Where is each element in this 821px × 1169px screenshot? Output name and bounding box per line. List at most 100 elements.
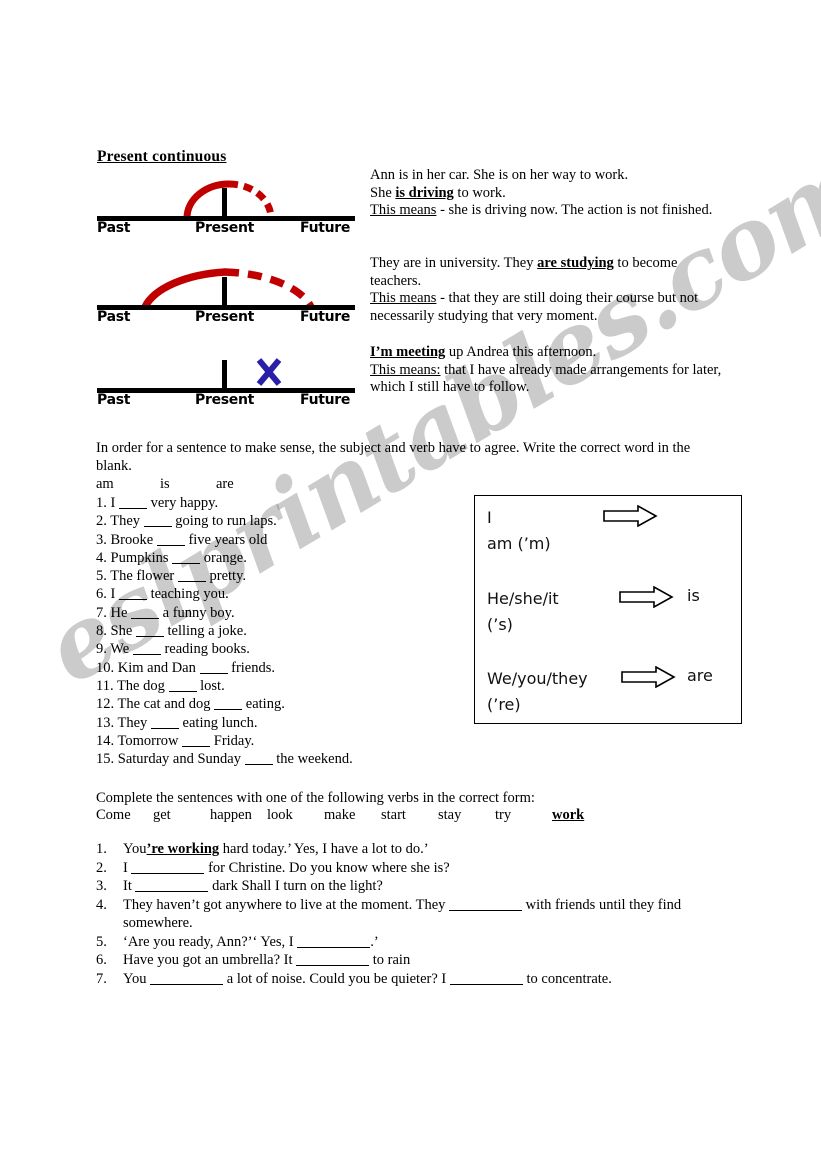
answer-blank[interactable] bbox=[118, 508, 147, 509]
exercise-1-item: 8. She telling a joke. bbox=[96, 622, 426, 640]
worksheet-page: Present continuous Past Present Future P bbox=[0, 0, 821, 1169]
answer-blank[interactable] bbox=[168, 690, 197, 692]
label-past: Past bbox=[97, 220, 131, 236]
item-text-after: the weekend. bbox=[272, 751, 353, 768]
verb-bank-word-answer: work bbox=[552, 807, 585, 823]
item-number: 8. bbox=[96, 623, 111, 640]
item-number: 6. bbox=[96, 952, 107, 968]
answer-blank[interactable] bbox=[143, 526, 172, 528]
item-text: hard today.’ Yes, I have a lot to do.’ bbox=[219, 841, 429, 857]
answer-blank[interactable] bbox=[150, 727, 179, 729]
label-future: Future bbox=[300, 220, 351, 236]
item-text-before: We bbox=[110, 641, 133, 658]
item-text-after: going to run laps. bbox=[171, 513, 277, 530]
explanation-1-line1: Ann is in her car. She is on her way to … bbox=[370, 167, 629, 183]
item-number: 1. bbox=[96, 495, 111, 511]
answer-blank[interactable] bbox=[150, 983, 224, 985]
item-text: I bbox=[123, 859, 132, 876]
item-number: 14. bbox=[96, 732, 118, 749]
item-text: .’ bbox=[370, 933, 379, 950]
item-text: They haven’t got anywhere to live at the… bbox=[123, 896, 450, 913]
answer-blank[interactable] bbox=[135, 636, 164, 638]
item-text-after: very happy. bbox=[146, 495, 219, 511]
item-number: 2. bbox=[96, 859, 107, 876]
label-past: Past bbox=[97, 392, 131, 408]
explanation-3-this-means: This means: bbox=[370, 361, 441, 378]
item-text: for Christine. Do you know where she is? bbox=[204, 859, 450, 876]
verb-bank-word: Come bbox=[96, 807, 131, 823]
arc-wide-icon bbox=[139, 267, 319, 309]
filled-answer: ’re working bbox=[146, 841, 220, 857]
label-future: Future bbox=[300, 392, 351, 408]
answer-blank[interactable] bbox=[131, 617, 160, 619]
exercise-1-item: 13. They eating lunch. bbox=[96, 714, 426, 732]
answer-blank[interactable] bbox=[135, 891, 209, 892]
answer-blank[interactable] bbox=[118, 599, 147, 601]
exercise-2-item: 5. ‘Are you ready, Ann?’‘ Yes, I .’ bbox=[96, 933, 724, 952]
explanation-2-this-means: This means bbox=[370, 290, 437, 307]
item-number: 10. bbox=[96, 659, 118, 676]
item-text-before: I bbox=[110, 495, 119, 511]
explanation-1-meaning: - she is driving now. The action is not … bbox=[436, 202, 713, 219]
answer-blank[interactable] bbox=[132, 654, 161, 656]
answer-blank[interactable] bbox=[214, 709, 243, 711]
label-past: Past bbox=[97, 309, 131, 325]
answer-blank[interactable] bbox=[449, 983, 523, 985]
explanation-3-key-phrase: I’m meeting bbox=[370, 344, 446, 360]
explanation-1-line2-prefix: She bbox=[370, 184, 396, 201]
pronoun-row-1-subject: I am (’m) bbox=[487, 508, 551, 553]
right-arrow-icon bbox=[620, 665, 676, 692]
item-number: 2. bbox=[96, 513, 111, 530]
item-number: 3. bbox=[96, 531, 111, 548]
item-text-after: eating. bbox=[242, 696, 285, 713]
item-text-after: five years old bbox=[184, 531, 268, 548]
exercise-1-item: 1. I very happy. bbox=[96, 494, 426, 512]
pronoun-row-2-verb: is bbox=[687, 586, 700, 605]
answer-blank[interactable] bbox=[449, 909, 523, 911]
item-number: 7. bbox=[96, 604, 111, 621]
exercise-1-item: 15. Saturday and Sunday the weekend. bbox=[96, 750, 426, 768]
answer-blank[interactable] bbox=[177, 581, 206, 583]
item-text-before: They bbox=[110, 513, 144, 530]
answer-blank[interactable] bbox=[297, 946, 371, 948]
explanation-1-this-means: This means bbox=[370, 202, 437, 219]
item-text-before: They bbox=[117, 714, 151, 731]
word-bank-are: are bbox=[216, 476, 234, 492]
exercise-2-verb-bank: Come get happen look make start stay try work bbox=[96, 807, 584, 824]
item-text: to concentrate. bbox=[522, 970, 612, 987]
answer-blank[interactable] bbox=[199, 672, 228, 674]
exercise-1-item: 4. Pumpkins orange. bbox=[96, 549, 426, 567]
item-number: 13. bbox=[96, 714, 118, 731]
answer-blank[interactable] bbox=[244, 764, 273, 766]
answer-blank[interactable] bbox=[296, 965, 370, 966]
present-tick bbox=[222, 188, 227, 218]
pronoun-reference-box: I am (’m) He/she/it (’s) is We/you/they … bbox=[474, 495, 742, 724]
answer-blank[interactable] bbox=[131, 872, 205, 874]
timeline-future-arrangement: Past Present Future bbox=[97, 344, 357, 416]
explanation-1-key-phrase: is driving bbox=[395, 184, 454, 201]
label-present: Present bbox=[195, 220, 255, 236]
label-present: Present bbox=[195, 309, 255, 325]
item-text-before: He bbox=[110, 604, 132, 621]
answer-blank[interactable] bbox=[172, 562, 201, 564]
item-number: 5. bbox=[96, 568, 111, 585]
item-number: 4. bbox=[96, 549, 111, 566]
verb-bank-word: start bbox=[381, 807, 406, 823]
exercise-1-item: 14. Tomorrow Friday. bbox=[96, 732, 426, 750]
item-text: You bbox=[123, 841, 147, 857]
item-number: 9. bbox=[96, 641, 111, 658]
item-text-after: telling a joke. bbox=[163, 623, 247, 640]
explanation-2-line1-prefix: They are in university. They bbox=[370, 255, 538, 271]
answer-blank[interactable] bbox=[156, 544, 185, 546]
explanation-2-key-phrase: are studying bbox=[537, 255, 614, 271]
exercise-1-item: 11. The dog lost. bbox=[96, 677, 426, 695]
item-text: to rain bbox=[369, 952, 411, 968]
exercise-2-item: 2. I for Christine. Do you know where she… bbox=[96, 859, 724, 878]
item-text-after: pretty. bbox=[205, 568, 247, 585]
exercise-2-item: 7. You a lot of noise. Could you be quiet… bbox=[96, 970, 724, 989]
item-text: Have you got an umbrella? It bbox=[123, 952, 297, 968]
answer-blank[interactable] bbox=[182, 745, 211, 747]
verb-bank-word: make bbox=[324, 807, 356, 823]
pronoun-row-2-subject: He/she/it (’s) bbox=[487, 589, 559, 634]
exercise-1-item: 2. They going to run laps. bbox=[96, 512, 426, 530]
